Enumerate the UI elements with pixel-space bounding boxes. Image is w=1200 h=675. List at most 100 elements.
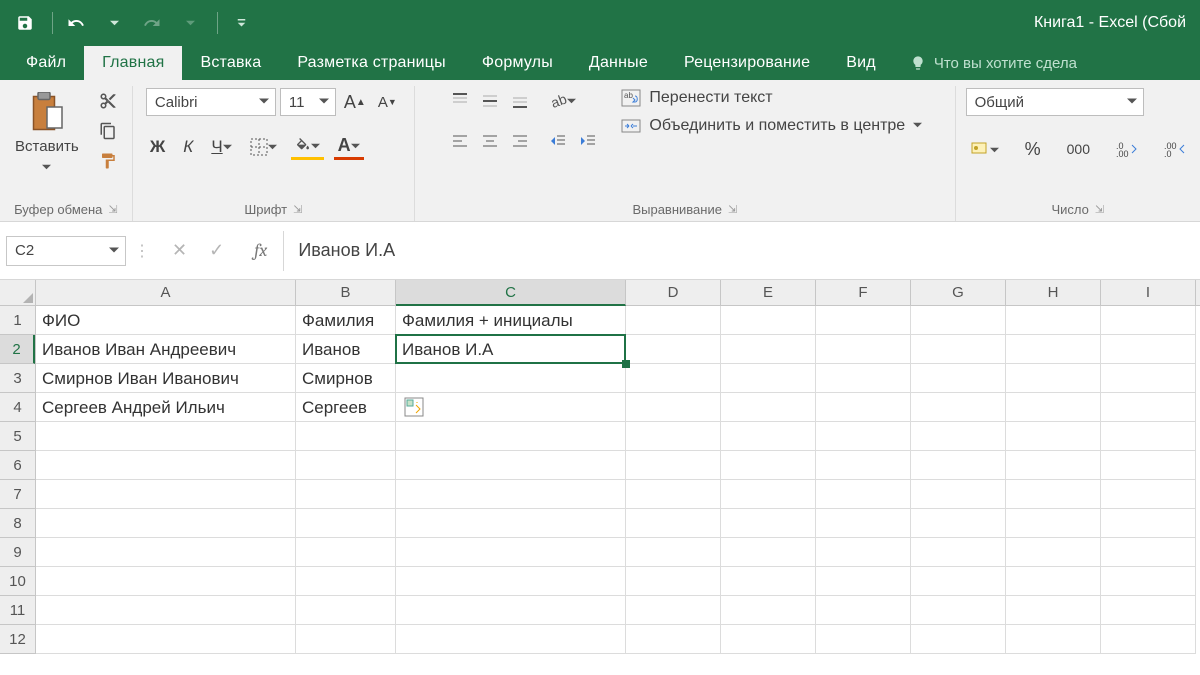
cell-H7[interactable] [1006, 480, 1101, 508]
cell-G10[interactable] [911, 567, 1006, 595]
decrease-indent-button[interactable] [545, 128, 571, 154]
wrap-text-button[interactable]: ab Перенести текст [621, 88, 922, 108]
tab-data[interactable]: Данные [571, 46, 666, 80]
column-header-H[interactable]: H [1006, 280, 1101, 305]
cell-H12[interactable] [1006, 625, 1101, 653]
cell-C7[interactable] [396, 480, 626, 508]
cell-F3[interactable] [816, 364, 911, 392]
row-header-12[interactable]: 12 [0, 625, 35, 654]
cell-B12[interactable] [296, 625, 396, 653]
cell-I3[interactable] [1101, 364, 1196, 392]
cell-C1[interactable]: Фамилия + инициалы [396, 306, 626, 334]
cell-A2[interactable]: Иванов Иван Андреевич [36, 335, 296, 363]
cell-A9[interactable] [36, 538, 296, 566]
cell-I11[interactable] [1101, 596, 1196, 624]
cell-E7[interactable] [721, 480, 816, 508]
cell-C10[interactable] [396, 567, 626, 595]
dialog-launcher-icon[interactable]: ⇲ [1095, 199, 1104, 221]
row-header-6[interactable]: 6 [0, 451, 35, 480]
align-middle-button[interactable] [477, 88, 503, 114]
cell-I7[interactable] [1101, 480, 1196, 508]
cell-F7[interactable] [816, 480, 911, 508]
cell-B6[interactable] [296, 451, 396, 479]
column-header-F[interactable]: F [816, 280, 911, 305]
cell-G11[interactable] [911, 596, 1006, 624]
cell-G9[interactable] [911, 538, 1006, 566]
row-header-3[interactable]: 3 [0, 364, 35, 393]
cell-F9[interactable] [816, 538, 911, 566]
row-header-5[interactable]: 5 [0, 422, 35, 451]
cell-E5[interactable] [721, 422, 816, 450]
cell-D12[interactable] [626, 625, 721, 653]
row-header-8[interactable]: 8 [0, 509, 35, 538]
cell-F11[interactable] [816, 596, 911, 624]
cell-H11[interactable] [1006, 596, 1101, 624]
cell-F5[interactable] [816, 422, 911, 450]
merge-center-button[interactable]: Объединить и поместить в центре [621, 116, 922, 136]
cell-B2[interactable]: Иванов [296, 335, 396, 363]
cell-D10[interactable] [626, 567, 721, 595]
cell-G3[interactable] [911, 364, 1006, 392]
increase-indent-button[interactable] [575, 128, 601, 154]
cell-B4[interactable]: Сергеев [296, 393, 396, 421]
column-header-D[interactable]: D [626, 280, 721, 305]
row-header-2[interactable]: 2 [0, 335, 35, 364]
cell-E4[interactable] [721, 393, 816, 421]
cell-E6[interactable] [721, 451, 816, 479]
increase-font-button[interactable]: A▲ [340, 89, 370, 115]
font-size-dropdown[interactable]: 11 [280, 88, 336, 116]
align-left-button[interactable] [447, 128, 473, 154]
cell-C6[interactable] [396, 451, 626, 479]
underline-button[interactable]: Ч [207, 134, 235, 160]
bold-button[interactable]: Ж [146, 134, 169, 160]
undo-icon[interactable] [59, 6, 93, 40]
cell-F6[interactable] [816, 451, 911, 479]
cell-H2[interactable] [1006, 335, 1101, 363]
cell-I1[interactable] [1101, 306, 1196, 334]
cell-A11[interactable] [36, 596, 296, 624]
cell-F4[interactable] [816, 393, 911, 421]
cell-C11[interactable] [396, 596, 626, 624]
column-header-B[interactable]: B [296, 280, 396, 305]
cell-C12[interactable] [396, 625, 626, 653]
cell-G12[interactable] [911, 625, 1006, 653]
cell-A8[interactable] [36, 509, 296, 537]
cell-D3[interactable] [626, 364, 721, 392]
tab-home[interactable]: Главная [84, 46, 182, 80]
fx-icon[interactable]: fx [246, 240, 275, 261]
column-header-E[interactable]: E [721, 280, 816, 305]
orientation-button[interactable]: ab [545, 88, 580, 114]
tab-view[interactable]: Вид [828, 46, 894, 80]
qat-customize[interactable] [224, 6, 258, 40]
comma-style-button[interactable]: 000 [1063, 136, 1094, 162]
cell-I5[interactable] [1101, 422, 1196, 450]
cell-B11[interactable] [296, 596, 396, 624]
row-header-11[interactable]: 11 [0, 596, 35, 625]
cells-area[interactable]: ФИОФамилияФамилия + инициалыИванов Иван … [36, 306, 1196, 654]
cell-F2[interactable] [816, 335, 911, 363]
cell-F1[interactable] [816, 306, 911, 334]
cell-D6[interactable] [626, 451, 721, 479]
cell-C5[interactable] [396, 422, 626, 450]
cell-H8[interactable] [1006, 509, 1101, 537]
row-header-7[interactable]: 7 [0, 480, 35, 509]
row-header-4[interactable]: 4 [0, 393, 35, 422]
column-header-A[interactable]: A [36, 280, 296, 305]
cell-B7[interactable] [296, 480, 396, 508]
cell-E1[interactable] [721, 306, 816, 334]
column-header-I[interactable]: I [1101, 280, 1196, 305]
cell-G2[interactable] [911, 335, 1006, 363]
font-color-button[interactable]: A [334, 134, 364, 160]
undo-dropdown[interactable] [97, 6, 131, 40]
align-bottom-button[interactable] [507, 88, 533, 114]
tab-insert[interactable]: Вставка [182, 46, 279, 80]
cell-E8[interactable] [721, 509, 816, 537]
cell-D9[interactable] [626, 538, 721, 566]
align-top-button[interactable] [447, 88, 473, 114]
cell-D2[interactable] [626, 335, 721, 363]
fill-color-button[interactable] [291, 134, 324, 160]
tab-page-layout[interactable]: Разметка страницы [279, 46, 464, 80]
cell-A7[interactable] [36, 480, 296, 508]
cell-B10[interactable] [296, 567, 396, 595]
cell-C4[interactable] [396, 393, 626, 421]
